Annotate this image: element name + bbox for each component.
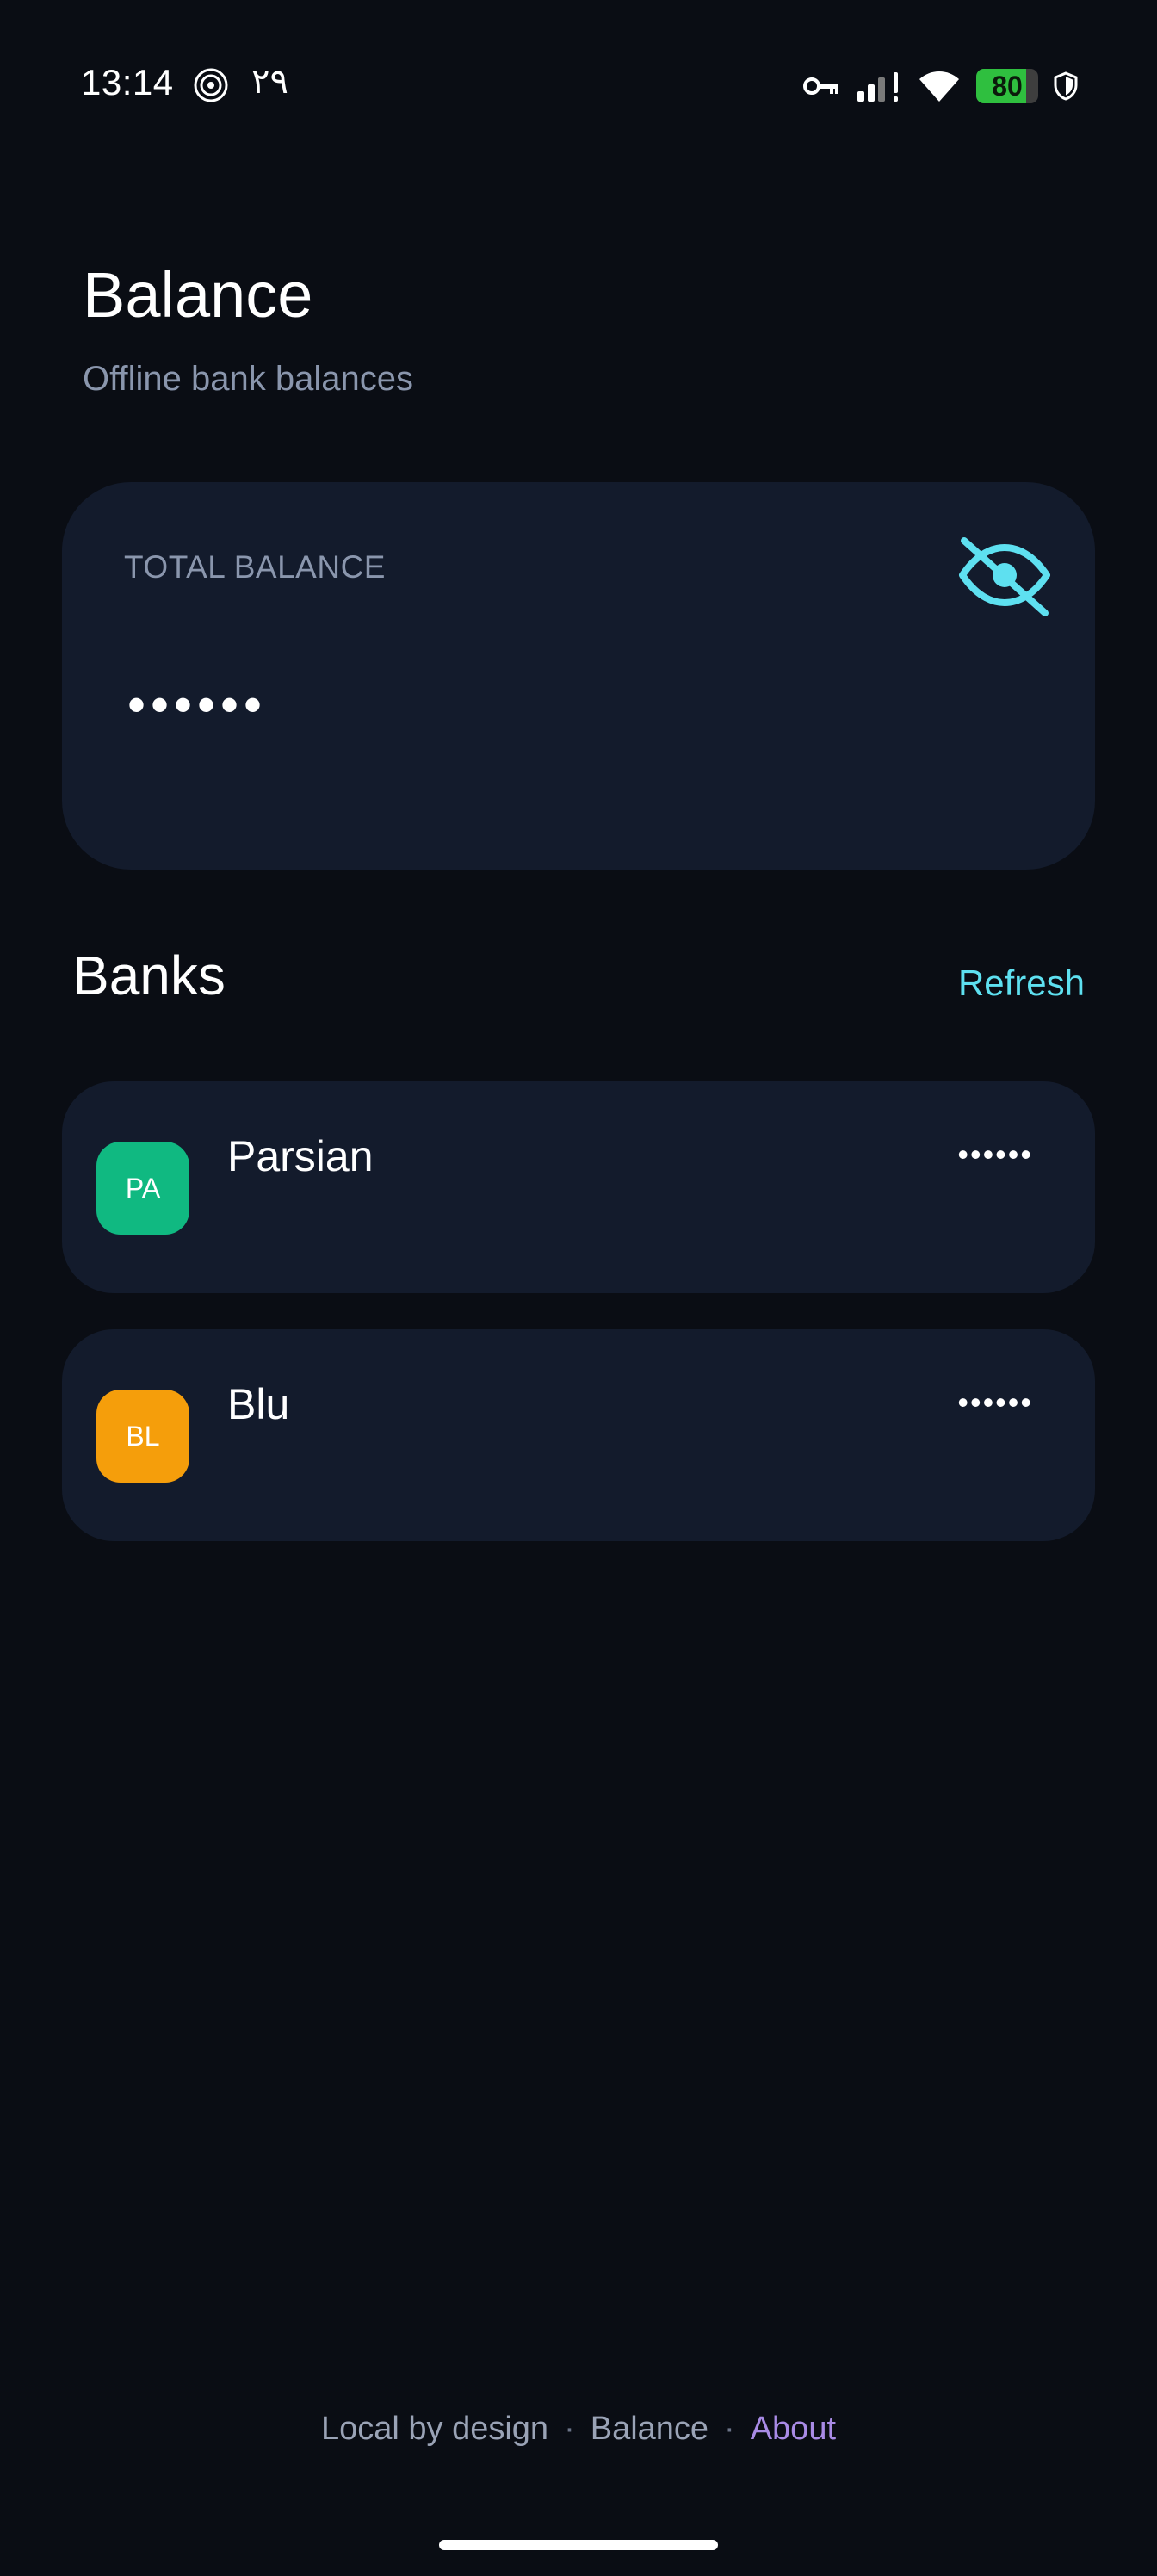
visibility-toggle-button[interactable] xyxy=(957,534,1052,620)
spiral-icon xyxy=(194,68,228,102)
wifi-icon xyxy=(919,71,959,102)
about-link[interactable]: About xyxy=(751,2411,836,2447)
footer-app-name: Balance xyxy=(590,2411,709,2447)
bank-balance: •••••• xyxy=(957,1384,1033,1420)
footer-separator: · xyxy=(724,2411,735,2447)
home-indicator[interactable] xyxy=(439,2540,718,2550)
bank-name: Blu xyxy=(227,1380,290,1428)
signal-icon xyxy=(857,72,898,102)
footer: Local by design · Balance · About xyxy=(0,2411,1157,2448)
status-time: 13:14 xyxy=(81,62,174,102)
bank-avatar: BL xyxy=(96,1390,189,1483)
refresh-button[interactable]: Refresh xyxy=(958,963,1085,1004)
footer-separator: · xyxy=(564,2411,575,2447)
bank-balance: •••••• xyxy=(957,1136,1033,1172)
bank-card-blu[interactable]: BL Blu •••••• xyxy=(62,1329,1095,1541)
status-bar: 13:14 ۲۹ 80 xyxy=(0,0,1157,172)
status-icons: 80 xyxy=(802,67,1078,105)
bank-name: Parsian xyxy=(227,1132,374,1180)
total-balance-card: TOTAL BALANCE •••••• xyxy=(62,482,1095,870)
shield-icon xyxy=(1054,71,1078,101)
battery-text: 80 xyxy=(992,71,1023,102)
eye-off-icon xyxy=(959,537,1050,616)
battery-icon: 80 xyxy=(976,69,1038,103)
page-subtitle: Offline bank balances xyxy=(83,360,413,398)
footer-tagline: Local by design xyxy=(320,2411,549,2447)
total-balance-label: TOTAL BALANCE xyxy=(124,549,386,585)
total-balance-value: •••••• xyxy=(127,676,268,734)
vpn-key-icon xyxy=(803,77,838,95)
bank-avatar: PA xyxy=(96,1142,189,1235)
bank-card-parsian[interactable]: PA Parsian •••••• xyxy=(62,1081,1095,1293)
banks-section-title: Banks xyxy=(72,944,226,1006)
page-title: Balance xyxy=(83,259,313,331)
status-date: ۲۹ xyxy=(251,63,288,101)
